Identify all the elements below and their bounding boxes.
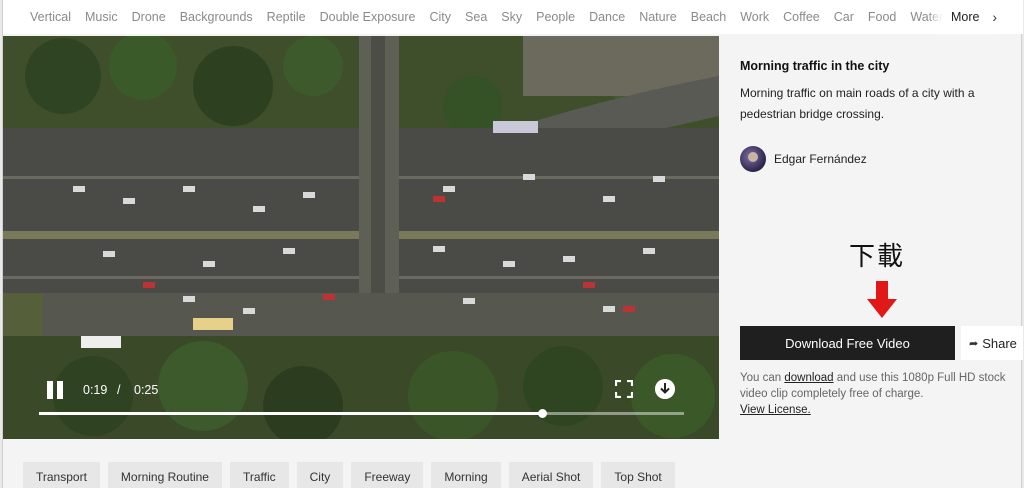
progress-played: [39, 412, 543, 415]
download-circle-icon[interactable]: [655, 379, 675, 399]
category-bar: Vertical Music Drone Backgrounds Reptile Doub…: [3, 0, 1023, 34]
category-link[interactable]: Beach: [691, 10, 726, 24]
tag-chip[interactable]: City: [296, 462, 344, 488]
red-down-arrow-icon: [867, 281, 897, 318]
category-link[interactable]: Reptile: [267, 10, 306, 24]
category-link[interactable]: Work: [740, 10, 769, 24]
share-label: Share: [982, 335, 1017, 351]
fullscreen-icon[interactable]: [615, 380, 633, 398]
category-link[interactable]: Coffee: [783, 10, 820, 24]
author-link[interactable]: Edgar Fernández: [740, 146, 867, 172]
video-progress-bar[interactable]: [39, 409, 684, 418]
current-time: 0:19: [83, 383, 108, 397]
tag-chip[interactable]: Morning Routine: [107, 462, 222, 488]
download-free-video-button[interactable]: Download Free Video: [740, 326, 955, 360]
category-link[interactable]: Food: [868, 10, 897, 24]
category-link[interactable]: Backgrounds: [180, 10, 253, 24]
category-link[interactable]: Music: [85, 10, 118, 24]
download-link[interactable]: download: [784, 372, 833, 384]
tag-chip[interactable]: Freeway: [351, 462, 424, 488]
annotation-label: 下載: [849, 242, 906, 272]
tag-chip[interactable]: Aerial Shot: [508, 462, 594, 488]
category-link[interactable]: Car: [834, 10, 854, 24]
duration: 0:25: [134, 383, 159, 397]
category-link[interactable]: Vertical: [30, 10, 71, 24]
category-link[interactable]: Drone: [132, 10, 166, 24]
author-name: Edgar Fernández: [774, 152, 867, 166]
tag-list: Transport Morning Routine Traffic City Freew…: [23, 462, 675, 488]
share-button[interactable]: ➦ Share: [961, 326, 1023, 360]
license-text: You can download and use this 1080p Full…: [740, 370, 1020, 418]
more-label: More: [951, 10, 980, 24]
category-link[interactable]: Nature: [639, 10, 677, 24]
avatar: [740, 146, 766, 172]
category-link[interactable]: People: [536, 10, 575, 24]
tag-chip[interactable]: Morning: [431, 462, 501, 488]
more-categories-button[interactable]: More ›: [943, 3, 1003, 31]
category-link[interactable]: Water: [910, 10, 943, 24]
video-title: Morning traffic in the city: [740, 59, 890, 73]
pause-icon[interactable]: [45, 381, 65, 401]
player-controls: 0:19 / 0:25: [3, 369, 719, 439]
category-link[interactable]: Sea: [465, 10, 487, 24]
tag-chip[interactable]: Top Shot: [601, 462, 675, 488]
page-frame: Vertical Music Drone Backgrounds Reptile Doub…: [2, 0, 1023, 488]
progress-scrubber-handle[interactable]: [538, 409, 548, 418]
category-link[interactable]: Double Exposure: [320, 10, 416, 24]
video-player[interactable]: 0:19 / 0:25: [3, 36, 719, 439]
view-license-link[interactable]: View License.: [740, 404, 811, 416]
chevron-right-icon: ›: [992, 9, 997, 25]
video-description: Morning traffic on main roads of a city …: [740, 86, 975, 121]
category-link[interactable]: City: [430, 10, 452, 24]
tag-chip[interactable]: Traffic: [229, 462, 289, 488]
category-link[interactable]: Dance: [589, 10, 625, 24]
tag-chip[interactable]: Transport: [23, 462, 100, 488]
license-prefix: You can: [740, 372, 785, 384]
time-separator: /: [117, 383, 121, 397]
category-link[interactable]: Sky: [501, 10, 522, 24]
share-icon: ➦: [969, 337, 979, 350]
